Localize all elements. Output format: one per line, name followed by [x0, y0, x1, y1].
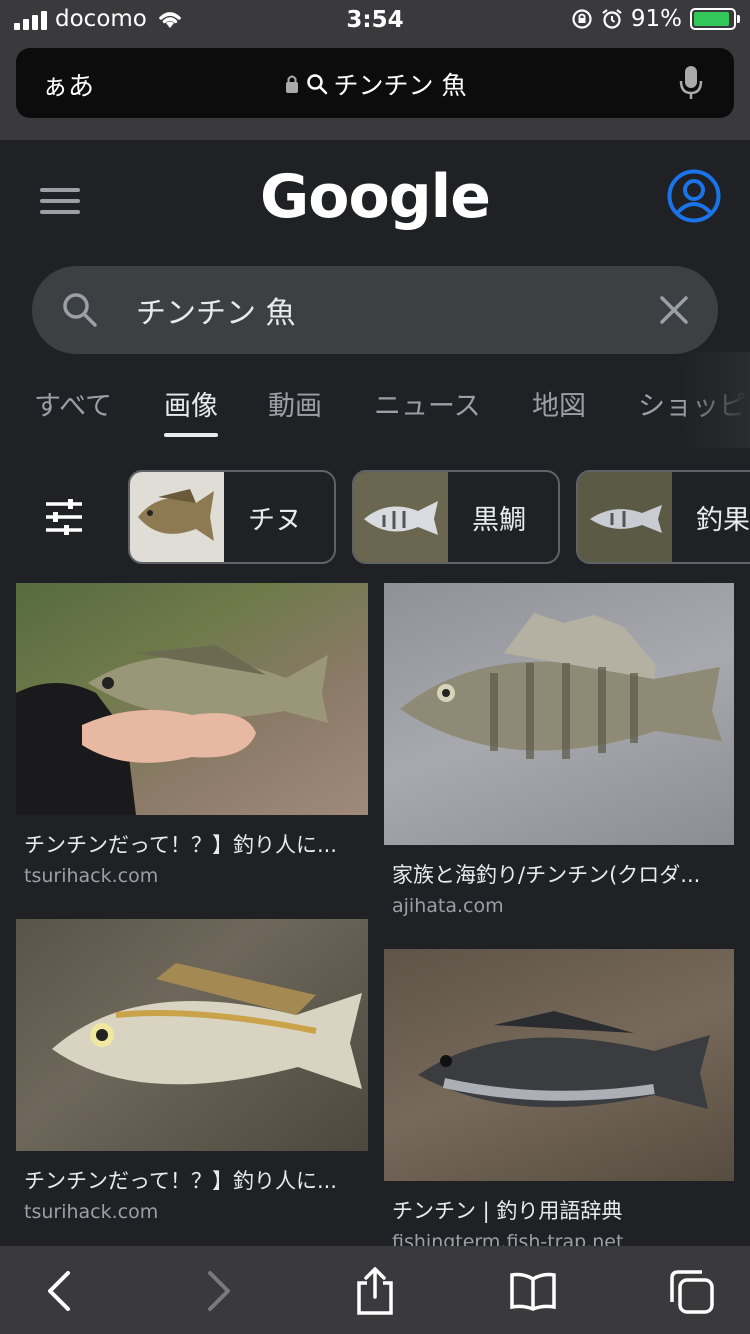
share-button[interactable]	[350, 1267, 400, 1315]
share-icon	[357, 1267, 393, 1315]
fish-thumbnail	[590, 505, 662, 533]
chip-label: 黒鯛	[472, 504, 526, 536]
search-icon[interactable]	[60, 290, 100, 330]
google-header: Google	[0, 140, 750, 260]
result-title[interactable]: チンチンだって！？】釣り人に...	[16, 829, 368, 859]
result-title[interactable]: 家族と海釣り/チンチン(クロダ...	[384, 859, 734, 889]
tab-news[interactable]: ニュース	[374, 384, 481, 423]
book-icon	[510, 1272, 556, 1311]
status-icons: 91%	[571, 6, 740, 32]
tab-images[interactable]: 画像	[164, 384, 218, 437]
result-source: tsurihack.com	[24, 1201, 159, 1223]
result-title[interactable]: チンチン | 釣り用語辞典	[384, 1195, 734, 1225]
battery-icon	[690, 8, 740, 30]
battery-percent: 91%	[630, 6, 682, 32]
tab-videos[interactable]: 動画	[268, 384, 322, 423]
refinement-chips: チヌ 黒鯛 釣果	[0, 468, 750, 568]
chip-thumbnail	[578, 472, 672, 562]
result-image[interactable]	[16, 583, 368, 815]
result-source: fishingterm.fish-trap.net	[392, 1231, 624, 1246]
image-result[interactable]: チンチンだって！？】釣り人に... tsurihack.com	[16, 919, 368, 1223]
chip-choka[interactable]: 釣果	[576, 470, 750, 564]
google-logo[interactable]: Google	[0, 162, 750, 232]
image-result[interactable]: チンチンだって！？】釣り人に... tsurihack.com	[16, 583, 368, 887]
result-image[interactable]	[384, 949, 734, 1181]
chip-thumbnail	[130, 472, 224, 562]
bookmarks-button[interactable]	[508, 1268, 558, 1314]
forward-button[interactable]	[194, 1268, 244, 1314]
google-results-page: Google チンチン 魚 すべて 画像 動画 ニュース 地図 ショッピ	[0, 140, 750, 1246]
result-image[interactable]	[16, 919, 368, 1151]
result-source: tsurihack.com	[24, 865, 159, 887]
url-query-text: チンチン 魚	[333, 71, 467, 100]
clear-icon[interactable]	[656, 292, 692, 328]
fish-photo	[52, 963, 362, 1089]
search-icon	[306, 74, 327, 95]
rotation-lock-icon	[572, 9, 592, 29]
alarm-icon	[602, 9, 622, 29]
fish-thumbnail	[138, 489, 214, 541]
address-bar[interactable]: ぁあ チンチン 魚	[16, 48, 734, 118]
microphone-icon[interactable]	[678, 64, 704, 102]
tabs-icon	[670, 1270, 714, 1314]
fish-thumbnail	[364, 501, 438, 535]
tab-maps[interactable]: 地図	[532, 384, 586, 423]
result-title[interactable]: チンチンだって！？】釣り人に...	[16, 1165, 368, 1195]
chip-chinu[interactable]: チヌ	[128, 470, 336, 564]
fish-photo	[400, 613, 722, 759]
chevron-left-icon	[48, 1271, 70, 1311]
tabs-scroll-fade	[680, 352, 750, 448]
result-source: ajihata.com	[392, 895, 504, 917]
account-icon[interactable]	[666, 168, 722, 224]
browser-top-chrome: docomo 3:54 91% ぁあ チンチン 魚	[0, 0, 750, 140]
search-query[interactable]: チンチン 魚	[136, 288, 296, 332]
result-image[interactable]	[384, 583, 734, 845]
chip-kurodai[interactable]: 黒鯛	[352, 470, 560, 564]
image-result[interactable]: 家族と海釣り/チンチン(クロダ... ajihata.com	[384, 583, 734, 917]
filter-icon[interactable]	[44, 498, 84, 536]
back-button[interactable]	[34, 1268, 84, 1314]
fish-photo	[418, 1011, 710, 1109]
chip-label: チヌ	[248, 504, 302, 536]
chip-thumbnail	[354, 472, 448, 562]
image-result[interactable]: チンチン | 釣り用語辞典 fishingterm.fish-trap.net	[384, 949, 734, 1246]
browser-toolbar	[0, 1246, 750, 1334]
fish-photo	[16, 645, 328, 815]
search-tabs: すべて 画像 動画 ニュース 地図 ショッピ	[0, 352, 750, 448]
tab-all[interactable]: すべて	[34, 384, 112, 423]
status-bar: docomo 3:54 91%	[0, 0, 750, 42]
chevron-right-icon	[208, 1271, 230, 1311]
lock-icon	[285, 75, 298, 93]
chip-label: 釣果	[696, 504, 750, 536]
url-display[interactable]: チンチン 魚	[16, 66, 734, 102]
search-input[interactable]: チンチン 魚	[32, 266, 718, 354]
tabs-button[interactable]	[666, 1268, 716, 1314]
